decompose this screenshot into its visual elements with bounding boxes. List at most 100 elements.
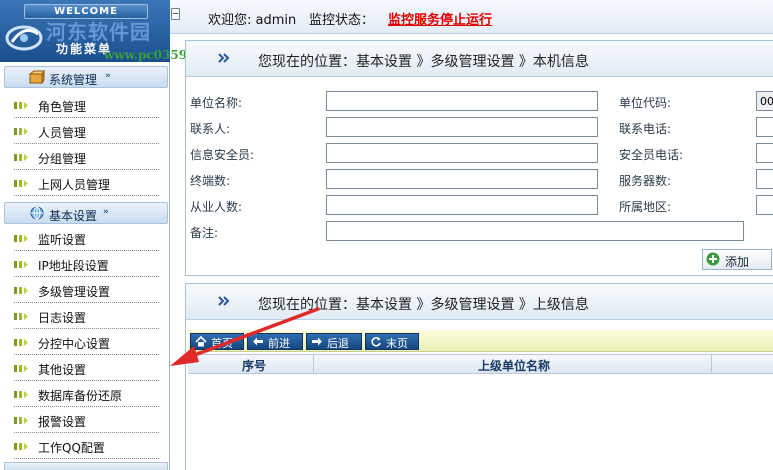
sidebar-item-role-management[interactable]: 角色管理 <box>14 92 159 118</box>
sidebar-item-alarm-settings[interactable]: 报警设置 <box>14 407 159 433</box>
collapse-sidebar-icon[interactable] <box>171 8 180 20</box>
sidebar-item-work-qq-config[interactable]: 工作QQ配置 <box>14 433 159 459</box>
server-count-label: 服务器数: <box>619 174 672 188</box>
breadcrumb: 您现在的位置：基本设置 》多级管理设置 》本机信息 <box>258 54 589 70</box>
contact-phone-label: 联系电话: <box>619 122 672 136</box>
bullet-arrow-icon <box>14 313 28 320</box>
sidebar-item-log-settings[interactable]: 日志设置 <box>14 303 159 329</box>
category-system-management[interactable]: 系统管理 » <box>4 66 168 88</box>
sidebar-item-database-backup[interactable]: 数据库备份还原 <box>14 381 159 407</box>
category-label: 系统管理 <box>49 73 98 87</box>
double-chevron-right-icon <box>218 53 230 63</box>
sidebar-item-label: 分控中心设置 <box>38 337 111 351</box>
sidebar-item-internet-user-management[interactable]: 上网人员管理 <box>14 170 159 196</box>
bullet-arrow-icon <box>14 365 28 372</box>
sidebar-item-label: 其他设置 <box>38 363 87 377</box>
security-officer-phone-input[interactable] <box>756 143 773 163</box>
table-header: 序号 上级单位名称 <box>188 354 773 374</box>
bullet-arrow-icon <box>14 261 28 268</box>
welcome-user-text: 欢迎您: admin <box>208 13 297 28</box>
home-icon <box>195 336 207 347</box>
sidebar-item-label: 数据库备份还原 <box>38 389 123 403</box>
column-header-index: 序号 <box>242 359 267 373</box>
superior-info-panel: 您现在的位置：基本设置 》多级管理设置 》上级信息 首页 前进 后退 末页 序号… <box>185 283 773 470</box>
add-button-label: 添加 <box>725 255 750 269</box>
column-divider <box>711 355 712 373</box>
breadcrumb: 您现在的位置：基本设置 》多级管理设置 》上级信息 <box>258 297 589 313</box>
sidebar-item-other-settings[interactable]: 其他设置 <box>14 355 159 381</box>
next-page-button[interactable]: 后退 <box>306 333 362 350</box>
pager-toolbar: 首页 前进 后退 末页 <box>188 330 773 352</box>
bullet-arrow-icon <box>14 417 28 424</box>
plus-circle-icon <box>706 252 720 266</box>
sidebar-item-ip-range-settings[interactable]: IP地址段设置 <box>14 251 159 277</box>
sidebar-item-multilevel-settings[interactable]: 多级管理设置 <box>14 277 159 303</box>
next-page-label: 后退 <box>327 337 349 350</box>
sidebar-item-label: 人员管理 <box>38 126 87 140</box>
bullet-arrow-icon <box>14 154 28 161</box>
sidebar-item-group-management[interactable]: 分组管理 <box>14 144 159 170</box>
unit-code-label: 单位代码: <box>619 96 672 110</box>
prev-page-button[interactable]: 前进 <box>247 333 303 350</box>
chevron-up-icon: » <box>105 71 111 81</box>
sidebar-item-label: 分组管理 <box>38 152 87 166</box>
first-page-button[interactable]: 首页 <box>190 333 244 350</box>
sidebar-item-listen-settings[interactable]: 监听设置 <box>14 225 159 251</box>
region-label: 所属地区: <box>619 200 672 214</box>
terminal-count-input[interactable] <box>326 169 598 189</box>
chevron-up-icon: » <box>103 207 109 217</box>
bullet-arrow-icon <box>14 443 28 450</box>
bullet-arrow-icon <box>14 391 28 398</box>
contact-label: 联系人: <box>190 122 231 136</box>
unit-code-input[interactable] <box>756 91 773 111</box>
column-divider <box>313 355 314 373</box>
add-button[interactable]: 添加 <box>702 249 772 270</box>
contact-phone-input[interactable] <box>756 117 773 137</box>
sidebar-item-personnel-management[interactable]: 人员管理 <box>14 118 159 144</box>
first-page-label: 首页 <box>211 337 233 350</box>
unit-name-input[interactable] <box>326 91 598 111</box>
security-officer-label: 信息安全员: <box>190 148 255 162</box>
breadcrumb-bar: 您现在的位置：基本设置 》多级管理设置 》上级信息 <box>186 284 773 320</box>
category-label: 基本设置 <box>49 209 98 223</box>
bullet-arrow-icon <box>14 235 28 242</box>
monitor-status-label: 监控状态： <box>309 13 375 28</box>
sidebar-item-label: 工作QQ配置 <box>38 441 105 455</box>
sidebar-item-label: 角色管理 <box>38 100 87 114</box>
staff-count-label: 从业人数: <box>190 200 243 214</box>
last-page-button[interactable]: 末页 <box>365 333 419 350</box>
security-officer-phone-label: 安全员电话: <box>619 148 684 162</box>
contact-input[interactable] <box>326 117 598 137</box>
package-icon <box>29 70 45 84</box>
logo-icon <box>5 25 43 51</box>
sidebar: 系统管理 » 角色管理 人员管理 分组管理 上网人员管理 基本设置 » 监听设置… <box>0 62 170 470</box>
sidebar-item-control-center-settings[interactable]: 分控中心设置 <box>14 329 159 355</box>
sidebar-item-label: 日志设置 <box>38 311 87 325</box>
staff-count-input[interactable] <box>326 195 598 215</box>
security-officer-input[interactable] <box>326 143 598 163</box>
double-chevron-right-icon <box>218 296 230 306</box>
category-basic-settings[interactable]: 基本设置 » <box>4 202 168 224</box>
bullet-arrow-icon <box>14 339 28 346</box>
local-info-panel: 您现在的位置：基本设置 》多级管理设置 》本机信息 单位名称: 单位代码: 联系… <box>185 40 773 276</box>
category-next-header[interactable] <box>4 462 168 470</box>
bullet-arrow-icon <box>14 102 28 109</box>
bullet-arrow-icon <box>14 128 28 135</box>
sidebar-item-label: 多级管理设置 <box>38 285 111 299</box>
monitor-status-link[interactable]: 监控服务停止运行 <box>388 9 492 28</box>
unit-name-label: 单位名称: <box>190 96 243 110</box>
remark-input[interactable] <box>326 221 744 241</box>
prev-page-label: 前进 <box>268 337 290 350</box>
bullet-arrow-icon <box>14 287 28 294</box>
last-page-label: 末页 <box>386 337 408 350</box>
column-header-superior-unit-name: 上级单位名称 <box>478 359 551 373</box>
sidebar-item-label: 监听设置 <box>38 233 87 247</box>
arrow-left-icon <box>253 337 263 346</box>
sidebar-item-label: IP地址段设置 <box>38 259 109 273</box>
globe-settings-icon <box>30 206 44 220</box>
server-count-input[interactable] <box>756 169 773 189</box>
refresh-icon <box>371 337 381 347</box>
arrow-right-icon <box>312 337 322 346</box>
terminal-count-label: 终端数: <box>190 174 231 188</box>
region-input[interactable] <box>756 195 773 215</box>
